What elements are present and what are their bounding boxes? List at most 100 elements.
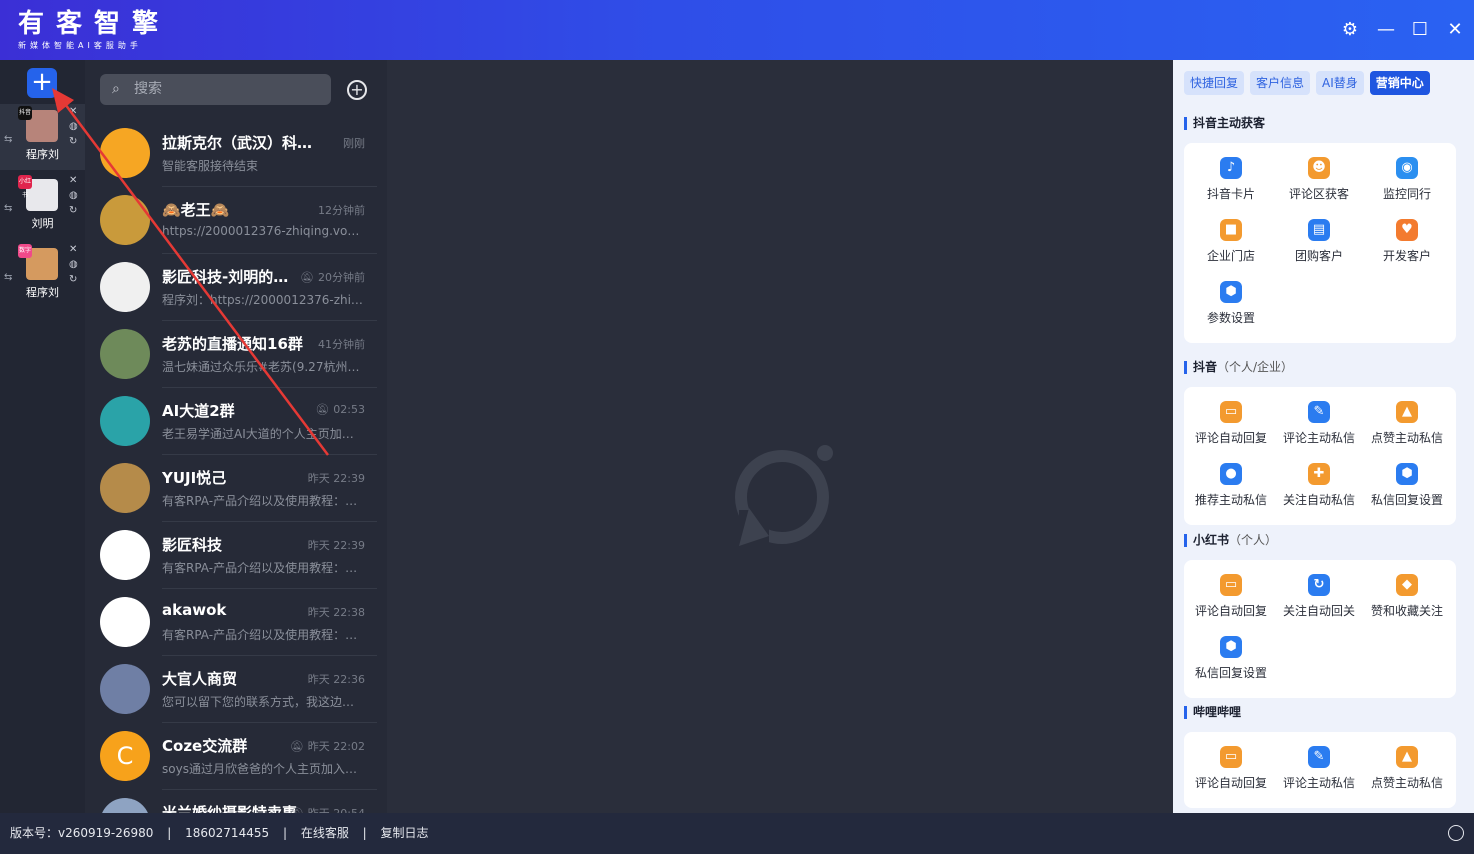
panel-tab[interactable]: 营销中心: [1369, 71, 1430, 95]
phone-text: 18602714455: [185, 826, 270, 840]
switch-icon[interactable]: ⇆: [4, 134, 12, 145]
feature-button[interactable]: ▭ 评论自动回复: [1186, 401, 1276, 461]
maximize-button[interactable]: ☐: [1408, 18, 1432, 42]
feature-button[interactable]: ♥ 开发客户: [1362, 219, 1452, 279]
account-name: 刘明: [31, 217, 54, 230]
chat-name: YUJI悦己: [162, 469, 227, 487]
chat-preview: 您可以留下您的联系方式，我这边…: [162, 695, 355, 709]
chat-list-item[interactable]: 老苏的直播通知16群 41分钟前 温七妹通过众乐乐#老苏(9.27杭州…: [85, 321, 377, 388]
pen-icon: ✎: [1308, 746, 1330, 768]
panel-tab[interactable]: 快捷回复: [1184, 71, 1245, 95]
chat-list-item[interactable]: 大官人商贸 昨天 22:36 您可以留下您的联系方式，我这边…: [85, 656, 377, 723]
chat-list-item[interactable]: 米兰婚纱摄影特卖惠🔕︎昨天 20:54: [85, 790, 377, 813]
settings-gear-icon[interactable]: ⚙: [1338, 18, 1362, 42]
online-service-link[interactable]: 在线客服: [301, 826, 349, 840]
feature-button[interactable]: ⬢ 私信回复设置: [1362, 463, 1452, 523]
feature-label: 评论自动回复: [1194, 431, 1267, 445]
chat-list-item[interactable]: AI大道2群 🔕︎ 02:53 老王易学通过AI大道的个人主页加…: [85, 388, 377, 455]
thumb-icon: ▲: [1396, 401, 1418, 423]
chat-list-item[interactable]: 影匠科技-刘明的… 🔕︎ 20分钟前 程序刘：https://2000012376-z…: [85, 254, 377, 321]
version-text: 版本号：v260919-26980: [10, 826, 154, 840]
heart-icon: ♥: [1396, 219, 1418, 241]
pen-icon: ✎: [1308, 401, 1330, 423]
feature-button[interactable]: ✚ 关注自动私信: [1274, 463, 1364, 523]
account-item[interactable]: 抖音程序刘 ✕ ◍ ↻ ⇆: [0, 104, 85, 170]
remove-account-icon[interactable]: ✕: [69, 244, 77, 256]
avatar: [100, 597, 150, 647]
chat-time-text: 02:53: [333, 403, 365, 416]
feature-button[interactable]: ▭ 评论自动回复: [1186, 574, 1276, 634]
chat-list-item[interactable]: YUJI悦己 昨天 22:39 有客RPA-产品介绍以及使用教程：…: [85, 455, 377, 522]
account-name: 程序刘: [26, 148, 59, 161]
feature-label: 点赞主动私信: [1370, 776, 1443, 790]
refresh-icon[interactable]: ↻: [69, 274, 77, 286]
chat-time: 昨天 22:36: [308, 671, 365, 687]
feature-label: 评论主动私信: [1282, 431, 1355, 445]
feature-button[interactable]: ✎ 评论主动私信: [1274, 746, 1364, 806]
feature-button[interactable]: ☻ 评论区获客: [1274, 157, 1364, 217]
feature-button[interactable]: ◉ 监控同行: [1362, 157, 1452, 217]
search-placeholder: 搜索: [134, 81, 162, 97]
minimize-button[interactable]: —: [1374, 18, 1398, 42]
search-input[interactable]: ⌕ 搜索: [100, 74, 331, 105]
feature-button[interactable]: ▲ 点赞主动私信: [1362, 746, 1452, 806]
globe-icon[interactable]: ◍: [69, 259, 78, 271]
switch-icon[interactable]: ⇆: [4, 203, 12, 214]
section-title-text: 抖音: [1193, 360, 1218, 374]
remove-account-icon[interactable]: ✕: [69, 175, 77, 187]
chat-list-item[interactable]: 影匠科技 昨天 22:39 有客RPA-产品介绍以及使用教程：…: [85, 522, 377, 589]
feature-button[interactable]: ▤ 团购客户: [1274, 219, 1364, 279]
remove-account-icon[interactable]: ✕: [69, 106, 77, 118]
account-item[interactable]: 小红书 刘明 ✕ ◍ ↻ ⇆: [0, 173, 85, 239]
refresh-icon[interactable]: ↻: [69, 205, 77, 217]
avatar: [100, 329, 150, 379]
chat-list-item[interactable]: akawok 昨天 22:38 有客RPA-产品介绍以及使用教程：…: [85, 589, 377, 656]
panel-tab[interactable]: AI替身: [1316, 71, 1364, 95]
feature-button[interactable]: ◆ 赞和收藏关注: [1362, 574, 1452, 634]
chat-list-item[interactable]: 🙈老王🙈 12分钟前 https://2000012376-zhiqing.vo…: [85, 187, 377, 254]
feature-label: 评论自动回复: [1194, 776, 1267, 790]
avatar: C: [100, 731, 150, 781]
feature-button[interactable]: ⬢ 私信回复设置: [1186, 636, 1276, 696]
chat-name: 影匠科技: [162, 536, 223, 554]
chat-name: 影匠科技-刘明的…: [162, 268, 289, 286]
store-icon: ■: [1220, 219, 1242, 241]
refresh-icon[interactable]: ↻: [69, 136, 77, 148]
doc-icon: ▤: [1308, 219, 1330, 241]
users-icon: ☻: [1308, 157, 1330, 179]
feature-button[interactable]: ▭ 评论自动回复: [1186, 746, 1276, 806]
panel-tab[interactable]: 客户信息: [1250, 71, 1311, 95]
feature-label: 评论主动私信: [1282, 776, 1355, 790]
feature-card: ♪ 抖音卡片 ☻ 评论区获客 ◉ 监控同行 ■ 企业门店 ▤ 团购客户 ♥ 开发客户 ⬢ 参数设置: [1184, 143, 1456, 343]
add-account-button[interactable]: +: [27, 68, 57, 98]
feature-button[interactable]: ⬢ 参数设置: [1186, 281, 1276, 341]
globe-icon[interactable]: ◍: [69, 121, 78, 133]
chat-name: 老苏的直播通知16群: [162, 335, 303, 353]
chat-list-item[interactable]: C Coze交流群 🔕︎ 昨天 22:02 soys通过月欣爸爸的个人主页加入…: [85, 723, 377, 790]
feature-label: 抖音卡片: [1206, 187, 1255, 201]
chat-list-item[interactable]: 拉斯克尔（武汉）科技… 刚刚 智能客服接待结束: [85, 120, 377, 187]
feature-button[interactable]: ✎ 评论主动私信: [1274, 401, 1364, 461]
section-title: 哔哩哔哩: [1184, 706, 1241, 719]
avatar: [100, 195, 150, 245]
chat-icon: ▭: [1220, 574, 1242, 596]
feature-label: 关注自动回关: [1282, 604, 1355, 618]
feature-button[interactable]: ↻ 关注自动回关: [1274, 574, 1364, 634]
feature-button[interactable]: ♪ 抖音卡片: [1186, 157, 1276, 217]
feature-button[interactable]: ▲ 点赞主动私信: [1362, 401, 1452, 461]
feature-button[interactable]: ■ 企业门店: [1186, 219, 1276, 279]
globe-icon[interactable]: [1448, 825, 1464, 841]
feature-card: ▭ 评论自动回复 ✎ 评论主动私信 ▲ 点赞主动私信 ● 推荐主动私信 ✚ 关注自动私信 ⬢ 私信回复…: [1184, 387, 1456, 525]
feature-card: ▭ 评论自动回复 ↻ 关注自动回关 ◆ 赞和收藏关注 ⬢ 私信回复设置: [1184, 560, 1456, 698]
globe-icon[interactable]: ◍: [69, 190, 78, 202]
feature-button[interactable]: ● 推荐主动私信: [1186, 463, 1276, 523]
copy-log-link[interactable]: 复制日志: [381, 826, 429, 840]
feature-label: 监控同行: [1382, 187, 1431, 201]
douyin-card-icon: ♪: [1220, 157, 1242, 179]
platform-badge-icon: 抖音: [18, 106, 32, 120]
chat-time-text: 昨天 22:36: [307, 673, 365, 686]
switch-icon[interactable]: ⇆: [4, 272, 12, 283]
close-button[interactable]: ✕: [1443, 18, 1467, 42]
account-item[interactable]: 数字 程序刘 ✕ ◍ ↻ ⇆: [0, 242, 85, 308]
new-chat-plus-icon[interactable]: +: [347, 80, 367, 100]
